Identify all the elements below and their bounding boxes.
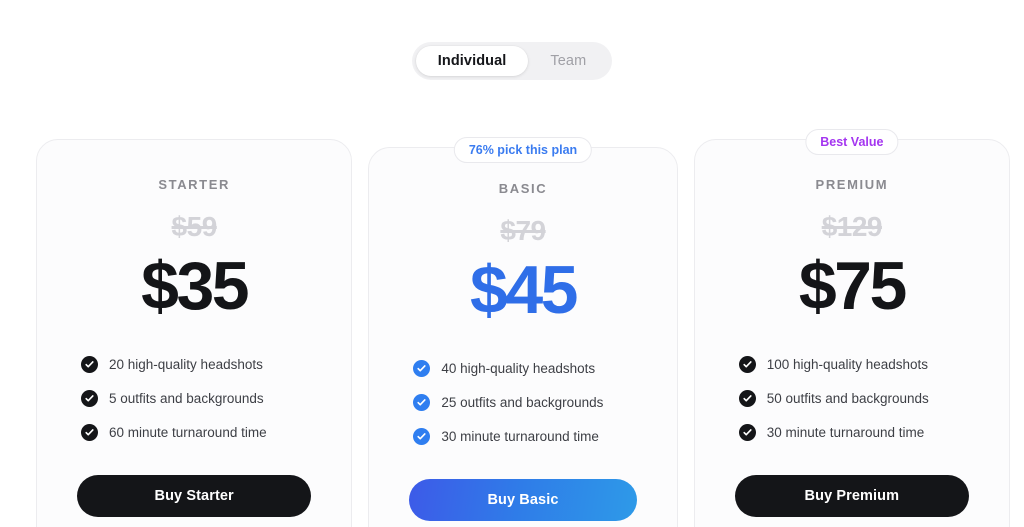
list-item: 25 outfits and backgrounds [413,394,646,412]
list-item: 20 high-quality headshots [81,356,321,374]
toggle-option-team[interactable]: Team [528,46,608,76]
buy-premium-button[interactable]: Buy Premium [734,475,969,518]
check-circle-icon [81,424,98,442]
plan-name: BASIC [498,181,548,196]
feature-label: 5 outfits and backgrounds [109,390,264,406]
list-item: 50 outfits and backgrounds [738,390,979,408]
feature-label: 40 high-quality headshots [441,360,596,376]
status-badge-popular: 76% pick this plan [453,137,593,164]
plan-old-price: $79 [500,215,546,246]
toggle-option-individual[interactable]: Individual [415,46,529,76]
check-circle-icon [413,394,431,412]
list-item: 60 minute turnaround time [81,424,321,442]
plan-old-price: $129 [821,211,883,242]
feature-label: 25 outfits and backgrounds [441,394,604,410]
list-item: 100 high-quality headshots [738,356,979,374]
plan-price: $75 [798,248,907,324]
feature-label: 100 high-quality headshots [766,356,929,372]
check-circle-icon [413,428,431,446]
feature-label: 60 minute turnaround time [109,424,267,440]
check-circle-icon [738,424,756,442]
plan-old-price: $59 [171,211,218,242]
check-circle-icon [738,390,756,408]
check-circle-icon [81,390,98,408]
buy-starter-button[interactable]: Buy Starter [77,475,312,518]
list-item: 30 minute turnaround time [413,428,646,446]
feature-label: 50 outfits and backgrounds [766,390,929,406]
pricing-card-basic[interactable]: 76% pick this plan BASIC $79 $45 40 high… [368,137,678,527]
check-circle-icon [81,356,98,374]
feature-label: 30 minute turnaround time [441,428,599,444]
list-item: 5 outfits and backgrounds [81,390,321,408]
billing-toggle-wrapper: Individual Team [0,42,1024,80]
pricing-card-starter[interactable]: STARTER $59 $35 20 high-quality headshot… [36,139,353,527]
plan-name: PREMIUM [815,177,889,192]
pricing-card-premium[interactable]: Best Value PREMIUM $129 $75 100 high-qua… [693,129,1010,527]
feature-label: 30 minute turnaround time [766,424,925,440]
feature-list: 100 high-quality headshots 50 outfits an… [725,356,979,442]
list-item: 40 high-quality headshots [413,360,646,378]
check-circle-icon [738,356,756,374]
check-circle-icon [413,360,431,378]
pricing-page: Individual Team STARTER $59 $35 20 high-… [0,0,1024,527]
plan-price: $45 [470,252,578,328]
plan-price: $35 [141,248,249,324]
feature-list: 20 high-quality headshots 5 outfits and … [67,356,321,442]
billing-toggle[interactable]: Individual Team [411,42,613,80]
feature-label: 20 high-quality headshots [109,356,263,372]
list-item: 30 minute turnaround time [738,424,979,442]
buy-basic-button[interactable]: Buy Basic [409,479,637,522]
pricing-card-list: STARTER $59 $35 20 high-quality headshot… [36,129,1010,527]
status-badge-best-value: Best Value [805,129,899,156]
feature-list: 40 high-quality headshots 25 outfits and… [399,360,646,446]
plan-name: STARTER [158,177,230,192]
